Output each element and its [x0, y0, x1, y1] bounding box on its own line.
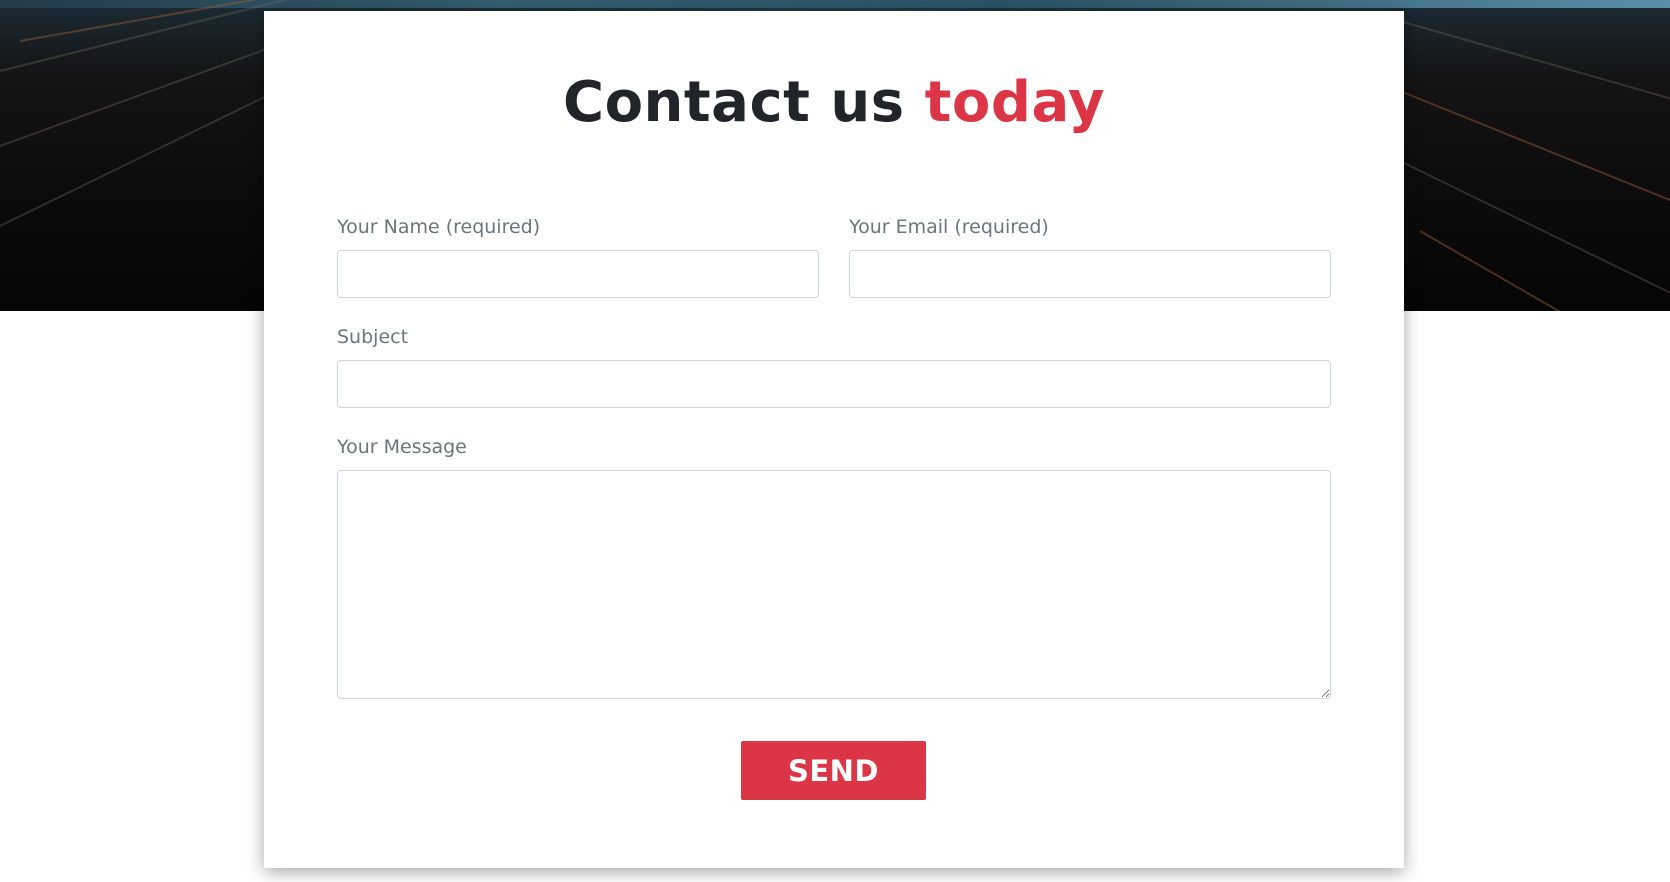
- subject-label: Subject: [337, 326, 409, 348]
- message-label: Your Message: [337, 436, 467, 458]
- name-input[interactable]: [337, 250, 819, 298]
- contact-page: Contact us today Your Name (required) Yo…: [0, 0, 1670, 882]
- title-main-text: Contact us: [562, 70, 905, 135]
- title-accent-text: today: [924, 70, 1106, 135]
- wood-plank-line: [1399, 160, 1670, 294]
- wood-plank-line: [1419, 230, 1646, 311]
- subject-input[interactable]: [337, 360, 1331, 408]
- message-textarea[interactable]: [337, 470, 1331, 699]
- contact-form-card: Contact us today Your Name (required) Yo…: [264, 11, 1404, 868]
- email-input[interactable]: [849, 250, 1331, 298]
- wood-plank-line: [0, 42, 283, 147]
- page-title: Contact us today: [264, 67, 1404, 139]
- wood-plank-line: [0, 93, 271, 227]
- send-button[interactable]: SEND: [741, 741, 926, 800]
- wood-plank-line: [1399, 20, 1670, 105]
- wood-plank-line: [1399, 90, 1670, 205]
- email-label: Your Email (required): [849, 216, 1049, 238]
- name-label: Your Name (required): [337, 216, 541, 238]
